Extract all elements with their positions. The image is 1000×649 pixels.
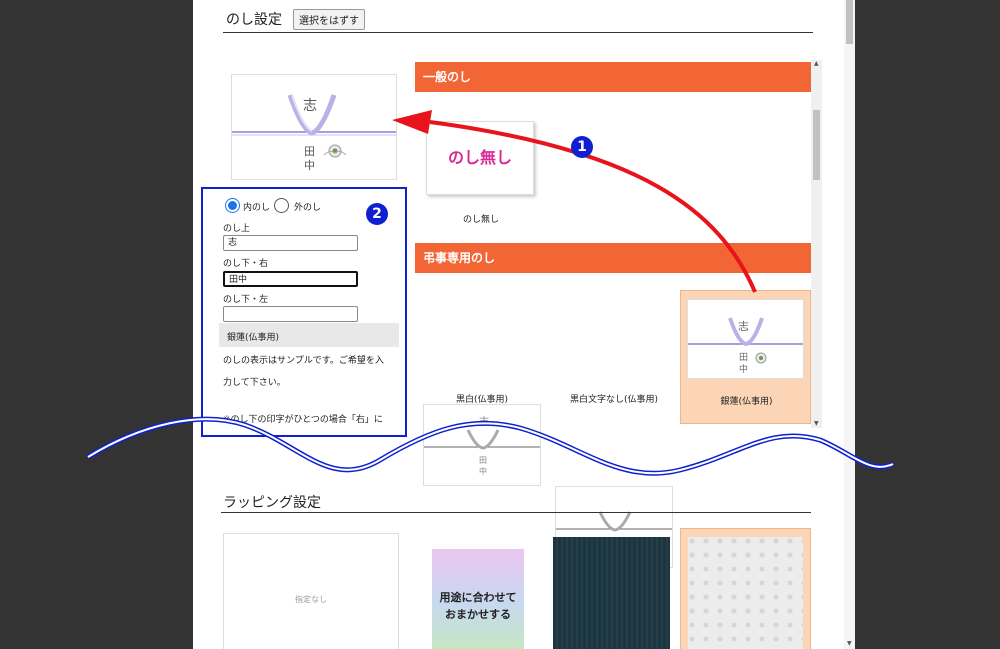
wrapping-option-floral-selected[interactable] bbox=[680, 528, 811, 649]
note-line-1: のしの表示はサンプルです。ご希望を入 bbox=[223, 356, 384, 366]
bottom-left-label: のし下・左 bbox=[223, 295, 269, 305]
category-general: 一般のし bbox=[415, 62, 812, 92]
radio-inner[interactable] bbox=[225, 198, 240, 213]
radio-outer[interactable] bbox=[274, 198, 289, 213]
kurojiro-name1: 田 bbox=[479, 456, 487, 465]
noshi-title-rule bbox=[223, 32, 813, 33]
note-line-2: 力して下さい。 bbox=[223, 378, 286, 388]
radio-inner-label: 内のし bbox=[243, 203, 271, 213]
note-line-3: ※のし下の印字がひとつの場合「右」に bbox=[223, 415, 383, 425]
wrapping-option-navy-stripe[interactable] bbox=[553, 537, 670, 649]
bottom-left-input[interactable] bbox=[223, 306, 358, 322]
kurojiro-label: 黒白(仏事用) bbox=[455, 395, 509, 405]
bottom-right-label: のし下・右 bbox=[223, 259, 269, 269]
scroll-down-arrow-icon[interactable]: ▼ bbox=[814, 420, 819, 427]
radio-outer-label: 外のし bbox=[294, 203, 322, 213]
ginren-name2: 中 bbox=[739, 365, 749, 375]
noshi-section-title: のし設定 bbox=[226, 12, 282, 28]
kurojiro-name2: 中 bbox=[479, 467, 487, 476]
wrapping-auto-line2: おまかせする bbox=[445, 608, 511, 621]
kurojiro-blank-label: 黒白文字なし(仏事用) bbox=[569, 395, 659, 405]
selected-noshi-name: 銀蓮(仏事用) bbox=[227, 333, 280, 343]
deselect-button[interactable]: 選択をはずす bbox=[293, 9, 365, 30]
category-mourning: 弔事専用のし bbox=[415, 243, 812, 273]
radio-inner-dot bbox=[228, 201, 237, 210]
wrapping-section-title: ラッピング設定 bbox=[223, 495, 321, 511]
ginren-label: 銀蓮(仏事用) bbox=[720, 397, 773, 407]
wrapping-option-auto[interactable]: 用途に合わせて おまかせする bbox=[432, 549, 524, 649]
wrapping-none-label: 指定なし bbox=[295, 595, 327, 604]
ginren-top: 志 bbox=[738, 320, 749, 333]
top-text-label: のし上 bbox=[223, 224, 251, 234]
page-scrollbar-thumb[interactable] bbox=[846, 0, 853, 44]
preview-top-text: 志 bbox=[303, 98, 317, 114]
wrapping-auto-line1: 用途に合わせて bbox=[439, 591, 517, 604]
selected-noshi-name-bar: 銀蓮(仏事用) bbox=[219, 323, 399, 347]
product-options-page: のし設定 選択をはずす 志 田 中 一般のし のし無し のし無し 弔事専用のし … bbox=[193, 0, 855, 649]
wrapping-title-rule bbox=[221, 512, 811, 513]
noshi-option-ginren-selected[interactable]: 志 田 中 銀蓮(仏事用) bbox=[680, 290, 811, 424]
bottom-right-input[interactable]: 田中 bbox=[223, 271, 358, 287]
kurojiro-top: 志 bbox=[479, 417, 489, 428]
page-scrollbar[interactable]: ▼ bbox=[844, 0, 855, 649]
annotation-badge-2: 2 bbox=[366, 203, 388, 225]
noshi-none-label: のし無し bbox=[462, 215, 499, 225]
inner-scrollbar[interactable]: ▲ ▼ bbox=[811, 60, 822, 428]
noshi-option-none[interactable]: のし無し bbox=[426, 121, 534, 195]
floral-pattern-swatch bbox=[688, 537, 803, 649]
ginren-thumb: 志 田 中 bbox=[687, 299, 804, 379]
annotation-badge-1: 1 bbox=[571, 136, 593, 158]
top-text-input[interactable]: 志 bbox=[223, 235, 358, 251]
wrapping-option-none[interactable]: 指定なし bbox=[223, 533, 399, 649]
scroll-up-arrow-icon[interactable]: ▲ bbox=[814, 60, 819, 67]
noshi-preview: 志 田 中 bbox=[231, 74, 397, 180]
preview-name-2: 中 bbox=[304, 159, 315, 172]
noshi-option-kurojiro[interactable]: 志 田 中 bbox=[423, 404, 541, 486]
noshi-none-thumb-text: のし無し bbox=[447, 148, 512, 167]
inner-scrollbar-thumb[interactable] bbox=[813, 110, 820, 180]
page-scroll-down-icon[interactable]: ▼ bbox=[847, 640, 852, 647]
